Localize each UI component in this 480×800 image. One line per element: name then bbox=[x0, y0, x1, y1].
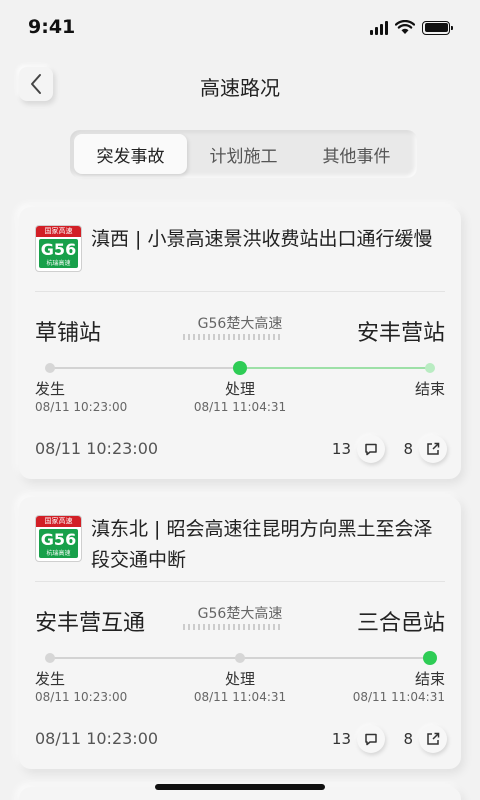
progress-track-active bbox=[240, 367, 430, 369]
shield-code: G56 bbox=[40, 240, 77, 259]
shield-sub-text: 杭瑞高速 bbox=[46, 550, 71, 557]
road-arrow-decoration bbox=[183, 334, 283, 340]
tab-accident[interactable]: 突发事故 bbox=[74, 134, 187, 174]
share-icon bbox=[427, 732, 440, 745]
shield-code: G56 bbox=[40, 530, 77, 549]
event-type-tabs: 突发事故 计划施工 其他事件 bbox=[70, 130, 417, 178]
event-title: 滇西 | 小景高速景洪收费站出口通行缓慢 bbox=[91, 228, 433, 250]
event-title: 滇东北 | 昭会高速往昆明方向黑土至会泽段交通中断 bbox=[91, 518, 433, 571]
tab-other[interactable]: 其他事件 bbox=[300, 134, 413, 174]
route-to: 安丰营站 bbox=[356, 321, 445, 346]
step-dot-start bbox=[45, 653, 55, 663]
comment-icon bbox=[365, 733, 377, 745]
shield-top-text: 国家高速 bbox=[36, 226, 81, 237]
road-arrow-decoration bbox=[183, 624, 283, 630]
share-button[interactable] bbox=[419, 435, 447, 463]
step-dot-current bbox=[233, 361, 247, 375]
comment-stat[interactable]: 13 bbox=[332, 725, 385, 753]
status-time: 9:41 bbox=[28, 16, 76, 38]
comment-button[interactable] bbox=[357, 725, 385, 753]
page-title: 高速路况 bbox=[200, 76, 280, 100]
shield-top-text: 国家高速 bbox=[36, 516, 81, 527]
event-date: 08/11 10:23:00 bbox=[35, 729, 159, 748]
step-dot-mid bbox=[235, 653, 245, 663]
step-label-end: 结束 bbox=[414, 380, 445, 398]
divider bbox=[35, 291, 445, 292]
share-stat[interactable]: 8 bbox=[403, 435, 447, 463]
home-indicator bbox=[155, 784, 325, 790]
step-time-end: 08/11 11:04:31 bbox=[352, 690, 445, 704]
comment-button[interactable] bbox=[357, 435, 385, 463]
share-count: 8 bbox=[403, 730, 413, 748]
event-card[interactable]: 国家高速 G56 杭瑞高速 滇西 | 小景高速景洪收费站出口通行缓慢 草铺站 G… bbox=[19, 207, 461, 479]
tab-construction[interactable]: 计划施工 bbox=[187, 134, 300, 174]
battery-icon bbox=[422, 20, 453, 35]
share-icon bbox=[427, 442, 440, 455]
share-count: 8 bbox=[403, 440, 413, 458]
nav-bar: 高速路况 bbox=[0, 58, 480, 108]
share-button[interactable] bbox=[419, 725, 447, 753]
comment-icon bbox=[365, 443, 377, 455]
comment-stat[interactable]: 13 bbox=[332, 435, 385, 463]
event-date: 08/11 10:23:00 bbox=[35, 439, 159, 458]
status-icons bbox=[370, 20, 453, 35]
highway-shield-icon: 国家高速 G56 杭瑞高速 bbox=[35, 515, 82, 562]
signal-icon bbox=[370, 20, 388, 35]
divider bbox=[35, 581, 445, 582]
comment-count: 13 bbox=[331, 440, 351, 458]
shield-sub-text: 杭瑞高速 bbox=[46, 260, 71, 267]
highway-shield-icon: 国家高速 G56 杭瑞高速 bbox=[35, 225, 82, 272]
status-bar: 9:41 bbox=[0, 0, 480, 56]
step-dot-current bbox=[423, 651, 437, 665]
step-label-mid: 处理 bbox=[224, 670, 255, 688]
share-stat[interactable]: 8 bbox=[403, 725, 447, 753]
step-dot-start bbox=[45, 363, 55, 373]
step-dot-end bbox=[425, 363, 435, 373]
route-to: 三合邑站 bbox=[356, 611, 445, 636]
event-card[interactable]: 国家高速 G56 杭瑞高速 滇东北 | 昭会高速往昆明方向黑土至会泽段交通中断 … bbox=[19, 497, 461, 769]
step-time-mid: 08/11 11:04:31 bbox=[193, 400, 287, 414]
comment-count: 13 bbox=[331, 730, 351, 748]
wifi-icon bbox=[395, 20, 415, 34]
step-label-mid: 处理 bbox=[224, 380, 255, 398]
step-label-end: 结束 bbox=[414, 670, 445, 688]
